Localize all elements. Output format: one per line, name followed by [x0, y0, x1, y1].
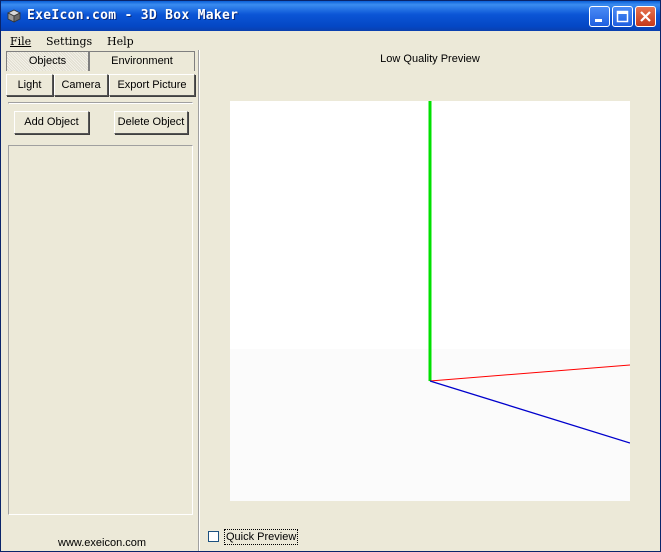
- close-icon: [640, 11, 651, 22]
- window-title: ExeIcon.com - 3D Box Maker: [27, 8, 239, 23]
- title-bar[interactable]: ExeIcon.com - 3D Box Maker: [1, 1, 660, 31]
- objects-list[interactable]: [8, 145, 193, 515]
- preview-canvas[interactable]: [230, 101, 630, 501]
- subtab-export-picture-label: Export Picture: [117, 79, 187, 91]
- subtab-camera-label: Camera: [61, 79, 101, 91]
- menu-help[interactable]: Help: [107, 35, 134, 48]
- menu-bar: File Settings Help: [1, 32, 660, 50]
- app-cube-icon: [7, 9, 21, 23]
- quick-preview-label[interactable]: Quick Preview: [224, 529, 299, 545]
- minimize-icon: [595, 19, 602, 22]
- preview-title: Low Quality Preview: [380, 53, 480, 65]
- maximize-icon: [616, 10, 629, 23]
- quick-preview-checkbox[interactable]: [208, 531, 219, 542]
- close-button[interactable]: [635, 6, 656, 27]
- subtab-export-picture[interactable]: Export Picture: [109, 74, 195, 96]
- app-window: ExeIcon.com - 3D Box Maker File Settings…: [0, 0, 661, 552]
- tab-environment[interactable]: Environment: [89, 51, 195, 71]
- tab-objects[interactable]: Objects: [6, 51, 89, 71]
- delete-object-button[interactable]: Delete Object: [114, 111, 188, 134]
- objects-panel-separator: [198, 50, 200, 551]
- panel-divider: [8, 102, 193, 104]
- footer-link[interactable]: www.exeicon.com: [58, 537, 146, 549]
- tab-environment-label: Environment: [111, 55, 173, 67]
- minimize-button[interactable]: [589, 6, 610, 27]
- add-object-button[interactable]: Add Object: [14, 111, 89, 134]
- menu-settings[interactable]: Settings: [46, 35, 92, 48]
- tab-objects-label: Objects: [28, 55, 67, 67]
- menu-file[interactable]: File: [10, 35, 31, 48]
- axes-graphic: [230, 101, 630, 501]
- subtab-light-label: Light: [17, 79, 42, 91]
- maximize-button[interactable]: [612, 6, 633, 27]
- menu-help-label: Help: [107, 35, 134, 48]
- add-object-label: Add Object: [24, 116, 79, 128]
- subtab-light[interactable]: Light: [6, 74, 53, 96]
- delete-object-label: Delete Object: [117, 116, 185, 128]
- menu-settings-label: Settings: [46, 35, 93, 48]
- subtab-camera[interactable]: Camera: [54, 74, 108, 96]
- menu-file-label: File: [10, 35, 32, 48]
